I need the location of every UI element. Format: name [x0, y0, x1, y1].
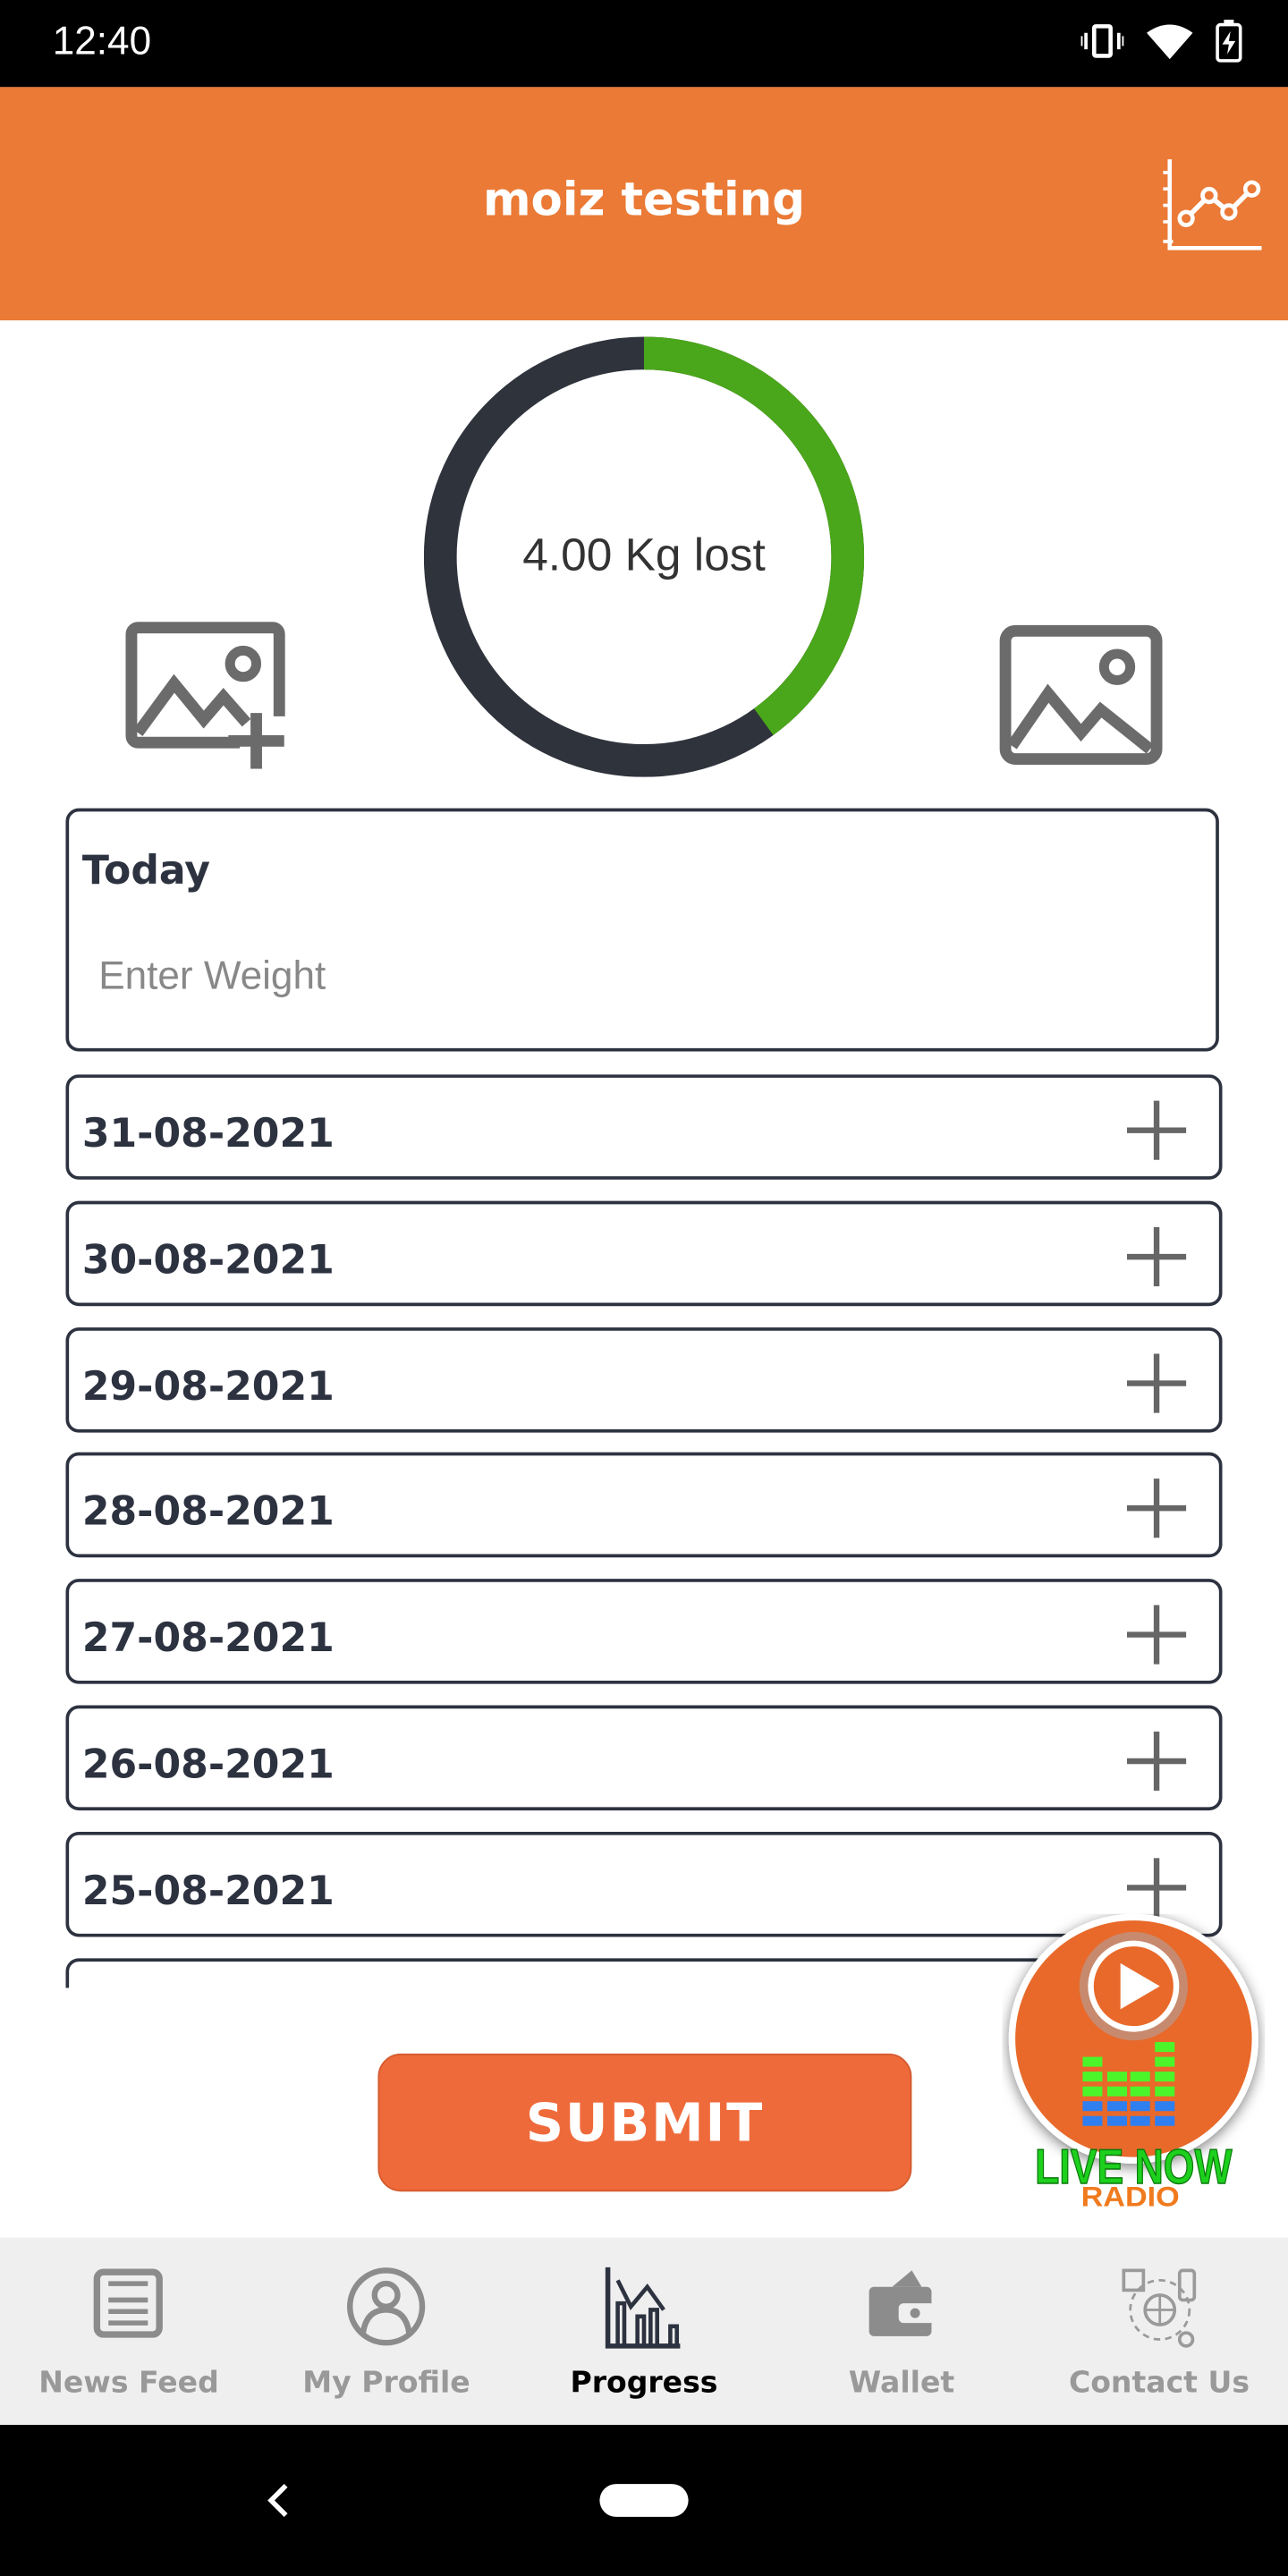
entry-date: 28-08-2021 [81, 1488, 335, 1536]
nav-item-label: Progress [570, 2365, 718, 2401]
plus-icon[interactable] [1123, 1097, 1189, 1163]
weight-lost-label: 4.00 Kg lost [522, 529, 766, 580]
photo-icon[interactable] [999, 624, 1164, 766]
today-weight-card: Today [65, 808, 1219, 1052]
wallet-icon [869, 2270, 935, 2336]
weight-entry-row: 31-08-2021 [65, 1074, 1223, 1180]
nav-item-label: Wallet [848, 2365, 955, 2401]
battery-charging-icon [1216, 20, 1242, 63]
status-time: 12:40 [52, 20, 152, 64]
entry-date: 25-08-2021 [81, 1867, 335, 1914]
nav-item-contact-us[interactable]: Contact Us [1030, 2238, 1288, 2425]
vibrate-icon [1080, 24, 1124, 58]
weight-entry-row: 27-08-2021 [65, 1579, 1223, 1685]
radio-radio-text: RADIO [1081, 2182, 1180, 2213]
bottom-navigation: News Feed My Profile Progress Wallet Contact… [0, 2237, 1288, 2426]
today-label: Today [81, 847, 211, 894]
plus-icon[interactable] [1123, 1602, 1189, 1667]
plus-icon[interactable] [1123, 1728, 1189, 1793]
weight-entry-row: 28-08-2021 [65, 1453, 1223, 1558]
weight-entry-row: 30-08-2021 [65, 1200, 1223, 1306]
nav-item-wallet[interactable]: Wallet [773, 2238, 1030, 2425]
entry-date: 29-08-2021 [81, 1362, 335, 1410]
entry-date: 26-08-2021 [81, 1741, 335, 1788]
weight-history-list[interactable]: 31-08-2021 30-08-2021 29-08-2021 28-08-2021… [65, 1074, 1223, 1988]
nav-item-news-feed[interactable]: News Feed [0, 2238, 258, 2425]
nav-item-label: News Feed [38, 2365, 219, 2401]
submit-button[interactable]: SUBMIT [377, 2053, 912, 2192]
screen: 12:40 moiz testing 4.00 Kg lost Today 31… [0, 0, 1288, 2576]
entry-date: 30-08-2021 [81, 1236, 335, 1284]
add-photo-icon[interactable] [125, 618, 292, 769]
entry-date: 31-08-2021 [81, 1110, 335, 1157]
system-navigation-bar [0, 2425, 1288, 2576]
nav-item-label: My Profile [302, 2365, 470, 2401]
contact-icon [1121, 2268, 1196, 2348]
line-chart-icon[interactable] [1160, 156, 1262, 254]
weight-input[interactable] [95, 953, 1088, 1003]
back-icon[interactable] [263, 2480, 296, 2520]
weight-entry-row: 26-08-2021 [65, 1705, 1223, 1811]
app-header: moiz testing [0, 87, 1288, 321]
plus-icon[interactable] [1123, 1224, 1189, 1289]
status-bar: 12:40 [0, 0, 1288, 88]
nav-item-progress[interactable]: Progress [515, 2238, 773, 2425]
wifi-icon [1147, 24, 1193, 60]
profile-icon [347, 2267, 426, 2346]
home-button[interactable] [599, 2484, 689, 2517]
live-radio-button[interactable]: LIVE NOW RADIO [1002, 1913, 1265, 2218]
plus-icon[interactable] [1123, 1476, 1189, 1541]
weight-entry-row: 29-08-2021 [65, 1326, 1223, 1432]
page-title: moiz testing [482, 172, 806, 227]
nav-item-label: Contact Us [1068, 2365, 1250, 2401]
progress-chart-icon [605, 2267, 681, 2349]
entry-date: 27-08-2021 [81, 1614, 335, 1662]
plus-icon[interactable] [1123, 1854, 1189, 1919]
news-icon [94, 2268, 164, 2338]
nav-item-my-profile[interactable]: My Profile [258, 2238, 515, 2425]
plus-icon[interactable] [1123, 1350, 1189, 1415]
